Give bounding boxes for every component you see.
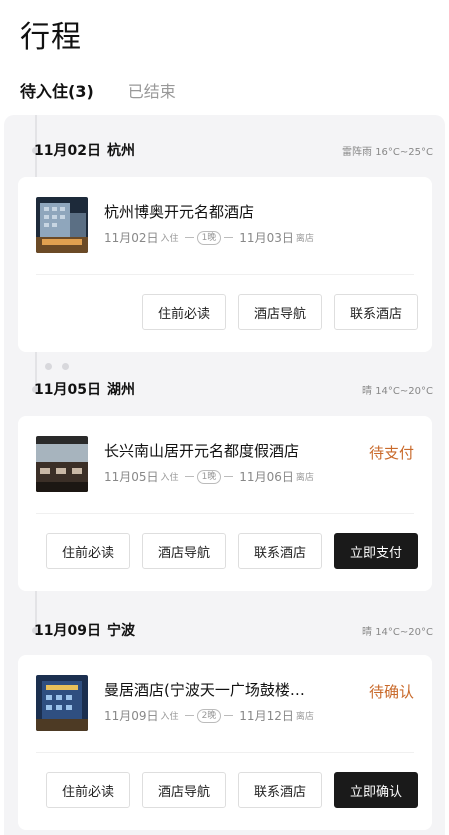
timeline-dot xyxy=(62,363,69,370)
hotel-name[interactable]: 长兴南山居开元名都度假酒店 xyxy=(104,440,299,461)
checkout-label: 离店 xyxy=(295,473,314,483)
hotel-navigation-button[interactable]: 酒店导航 xyxy=(142,533,226,569)
divider xyxy=(36,752,414,753)
trip-list[interactable]: 11月02日 杭州 雷阵雨 16°C~25°C 杭州博奥开元名都酒店 11月02日… xyxy=(4,115,445,835)
status-badge: 待支付 xyxy=(368,444,414,462)
tab-upcoming[interactable]: 待入住(3) xyxy=(20,78,94,102)
stay-dates: 11月05日 入住 1晚 11月06日 离店 xyxy=(104,468,314,485)
divider xyxy=(36,513,414,514)
hotel-name[interactable]: 杭州博奥开元名都酒店 xyxy=(104,201,254,222)
hotel-card[interactable]: 杭州博奥开元名都酒店 11月02日 入住 1晚 11月03日 离店 住前必读 酒… xyxy=(18,177,432,352)
divider xyxy=(36,274,414,275)
trip-date: 11月09日 xyxy=(34,623,101,639)
hotel-card[interactable]: 曼居酒店(宁波天一广场鼓楼… 待确认 11月09日 入住 2晚 11月12日 离… xyxy=(18,655,432,830)
tab-bar: 待入住(3) 已结束 xyxy=(20,78,210,102)
pre-stay-info-button[interactable]: 住前必读 xyxy=(142,294,226,330)
hotel-thumbnail[interactable] xyxy=(36,197,88,253)
hotel-thumbnail[interactable] xyxy=(36,675,88,731)
trip-city: 湖州 xyxy=(106,382,135,398)
hotel-thumbnail[interactable] xyxy=(36,436,88,492)
stay-dates: 11月02日 入住 1晚 11月03日 离店 xyxy=(104,229,314,246)
nights-badge: 1晚 xyxy=(196,469,222,484)
contact-hotel-button[interactable]: 联系酒店 xyxy=(334,294,418,330)
day-header: 11月09日 宁波 晴 14°C~20°C xyxy=(34,620,433,640)
pre-stay-info-button[interactable]: 住前必读 xyxy=(46,533,130,569)
checkout-date: 11月12日 xyxy=(239,709,294,723)
contact-hotel-button[interactable]: 联系酒店 xyxy=(238,533,322,569)
trip-date: 11月02日 xyxy=(34,143,101,159)
page-title: 行程 xyxy=(20,20,82,55)
checkout-date: 11月03日 xyxy=(239,231,294,245)
checkout-label: 离店 xyxy=(295,712,314,722)
hotel-navigation-button[interactable]: 酒店导航 xyxy=(142,772,226,808)
trip-city: 杭州 xyxy=(106,143,135,159)
nights-badge: 1晚 xyxy=(196,230,222,245)
checkout-label: 离店 xyxy=(295,234,314,244)
contact-hotel-button[interactable]: 联系酒店 xyxy=(238,772,322,808)
day-header: 11月05日 湖州 晴 14°C~20°C xyxy=(34,379,433,399)
checkin-label: 入住 xyxy=(160,234,179,244)
stay-dates: 11月09日 入住 2晚 11月12日 离店 xyxy=(104,707,314,724)
checkin-date: 11月09日 xyxy=(104,709,159,723)
weather-info: 雷阵雨 16°C~25°C xyxy=(342,146,433,158)
checkin-label: 入住 xyxy=(160,712,179,722)
status-badge: 待确认 xyxy=(368,683,414,701)
pay-now-button[interactable]: 立即支付 xyxy=(334,533,418,569)
checkout-date: 11月06日 xyxy=(239,470,294,484)
weather-info: 晴 14°C~20°C xyxy=(362,385,433,397)
hotel-name[interactable]: 曼居酒店(宁波天一广场鼓楼… xyxy=(104,679,305,700)
hotel-navigation-button[interactable]: 酒店导航 xyxy=(238,294,322,330)
checkin-date: 11月02日 xyxy=(104,231,159,245)
pre-stay-info-button[interactable]: 住前必读 xyxy=(46,772,130,808)
action-buttons: 住前必读 酒店导航 联系酒店 立即支付 xyxy=(34,533,418,569)
action-buttons: 住前必读 酒店导航 联系酒店 立即确认 xyxy=(34,772,418,808)
trip-city: 宁波 xyxy=(106,623,135,639)
day-header: 11月02日 杭州 雷阵雨 16°C~25°C xyxy=(34,140,433,160)
checkin-date: 11月05日 xyxy=(104,470,159,484)
trip-date: 11月05日 xyxy=(34,382,101,398)
timeline-dot xyxy=(45,363,52,370)
hotel-card[interactable]: 长兴南山居开元名都度假酒店 待支付 11月05日 入住 1晚 11月06日 离店… xyxy=(18,416,432,591)
action-buttons: 住前必读 酒店导航 联系酒店 xyxy=(130,294,418,330)
checkin-label: 入住 xyxy=(160,473,179,483)
weather-info: 晴 14°C~20°C xyxy=(362,626,433,638)
nights-badge: 2晚 xyxy=(196,708,222,723)
tab-finished[interactable]: 已结束 xyxy=(128,78,176,102)
confirm-now-button[interactable]: 立即确认 xyxy=(334,772,418,808)
